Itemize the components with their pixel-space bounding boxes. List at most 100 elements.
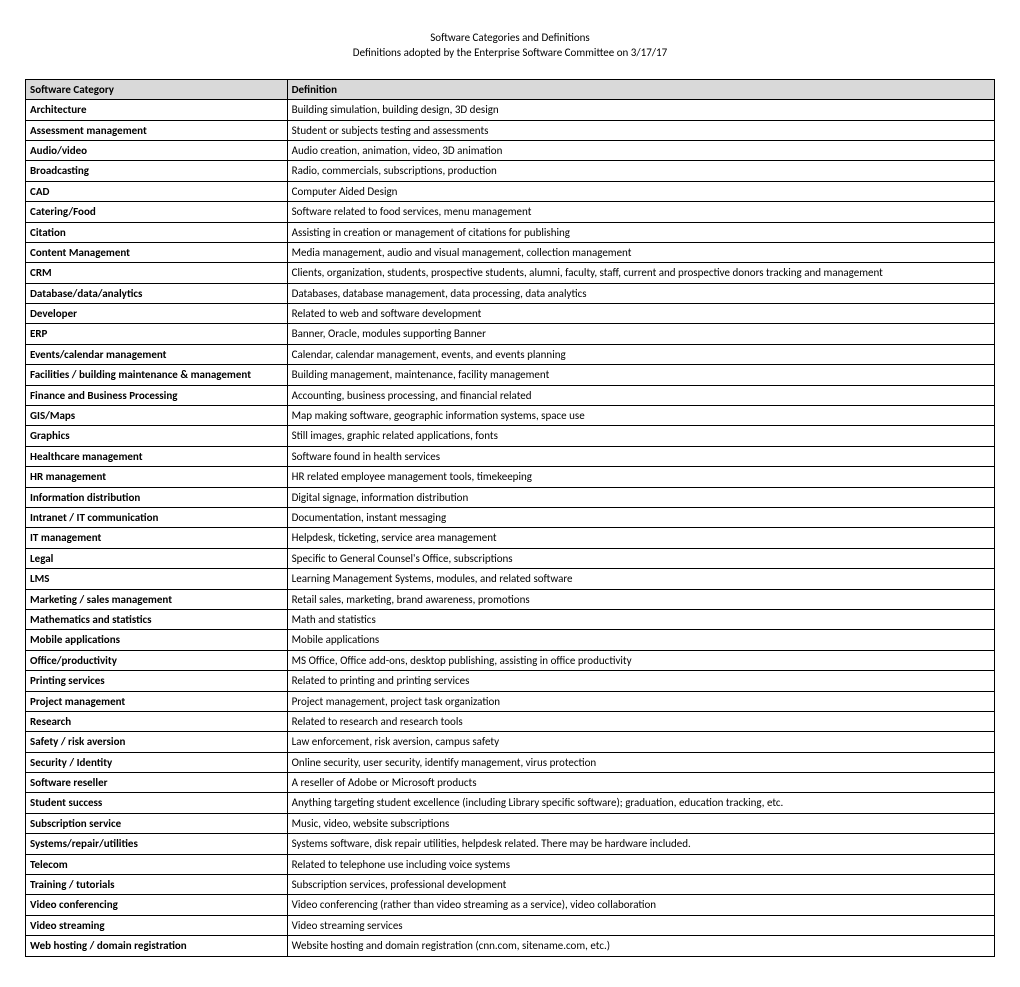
- definition-cell: Assisting in creation or management of c…: [287, 222, 994, 242]
- category-cell: Citation: [26, 222, 288, 242]
- table-row: Finance and Business ProcessingAccountin…: [26, 385, 995, 405]
- table-row: Mathematics and statisticsMath and stati…: [26, 609, 995, 629]
- column-header-definition: Definition: [287, 79, 994, 99]
- table-row: Office/productivityMS Office, Office add…: [26, 650, 995, 670]
- table-row: Marketing / sales managementRetail sales…: [26, 589, 995, 609]
- definition-cell: Media management, audio and visual manag…: [287, 242, 994, 262]
- category-cell: Events/calendar management: [26, 344, 288, 364]
- definition-cell: Systems software, disk repair utilities,…: [287, 834, 994, 854]
- definition-cell: Specific to General Counsel's Office, su…: [287, 548, 994, 568]
- category-cell: Graphics: [26, 426, 288, 446]
- definition-cell: Building management, maintenance, facili…: [287, 365, 994, 385]
- definition-cell: Video streaming services: [287, 915, 994, 935]
- table-row: Security / IdentityOnline security, user…: [26, 752, 995, 772]
- category-cell: Research: [26, 711, 288, 731]
- table-row: Student successAnything targeting studen…: [26, 793, 995, 813]
- column-header-category: Software Category: [26, 79, 288, 99]
- table-row: Events/calendar managementCalendar, cale…: [26, 344, 995, 364]
- category-cell: Security / Identity: [26, 752, 288, 772]
- definition-cell: Subscription services, professional deve…: [287, 875, 994, 895]
- category-cell: Telecom: [26, 854, 288, 874]
- table-row: Information distributionDigital signage,…: [26, 487, 995, 507]
- table-row: GIS/MapsMap making software, geographic …: [26, 406, 995, 426]
- category-cell: HR management: [26, 467, 288, 487]
- table-row: Web hosting / domain registrationWebsite…: [26, 936, 995, 956]
- definition-cell: Related to web and software development: [287, 304, 994, 324]
- definition-cell: Computer Aided Design: [287, 181, 994, 201]
- definition-cell: Helpdesk, ticketing, service area manage…: [287, 528, 994, 548]
- table-row: DeveloperRelated to web and software dev…: [26, 304, 995, 324]
- table-row: Database/data/analyticsDatabases, databa…: [26, 283, 995, 303]
- category-cell: Audio/video: [26, 140, 288, 160]
- category-cell: Office/productivity: [26, 650, 288, 670]
- table-row: Video streamingVideo streaming services: [26, 915, 995, 935]
- definition-cell: Music, video, website subscriptions: [287, 813, 994, 833]
- definition-cell: Audio creation, animation, video, 3D ani…: [287, 140, 994, 160]
- table-row: LegalSpecific to General Counsel's Offic…: [26, 548, 995, 568]
- definition-cell: Banner, Oracle, modules supporting Banne…: [287, 324, 994, 344]
- table-row: Safety / risk aversionLaw enforcement, r…: [26, 732, 995, 752]
- category-cell: Training / tutorials: [26, 875, 288, 895]
- category-cell: IT management: [26, 528, 288, 548]
- definition-cell: Math and statistics: [287, 609, 994, 629]
- definition-cell: Related to printing and printing service…: [287, 671, 994, 691]
- category-cell: Broadcasting: [26, 161, 288, 181]
- definition-cell: Related to telephone use including voice…: [287, 854, 994, 874]
- category-cell: Software reseller: [26, 773, 288, 793]
- category-cell: Safety / risk aversion: [26, 732, 288, 752]
- document-title: Software Categories and Definitions: [25, 30, 995, 45]
- category-cell: Printing services: [26, 671, 288, 691]
- category-cell: Information distribution: [26, 487, 288, 507]
- category-cell: Web hosting / domain registration: [26, 936, 288, 956]
- category-cell: CRM: [26, 263, 288, 283]
- category-cell: Architecture: [26, 100, 288, 120]
- category-cell: Subscription service: [26, 813, 288, 833]
- table-row: Systems/repair/utilitiesSystems software…: [26, 834, 995, 854]
- table-row: Video conferencingVideo conferencing (ra…: [26, 895, 995, 915]
- table-row: Software resellerA reseller of Adobe or …: [26, 773, 995, 793]
- table-row: HR managementHR related employee managem…: [26, 467, 995, 487]
- definition-cell: Accounting, business processing, and fin…: [287, 385, 994, 405]
- table-row: CRMClients, organization, students, pros…: [26, 263, 995, 283]
- table-row: CADComputer Aided Design: [26, 181, 995, 201]
- table-row: Printing servicesRelated to printing and…: [26, 671, 995, 691]
- table-row: Healthcare managementSoftware found in h…: [26, 446, 995, 466]
- definition-cell: A reseller of Adobe or Microsoft product…: [287, 773, 994, 793]
- category-cell: Marketing / sales management: [26, 589, 288, 609]
- definition-cell: HR related employee management tools, ti…: [287, 467, 994, 487]
- table-row: IT managementHelpdesk, ticketing, servic…: [26, 528, 995, 548]
- definition-cell: Software related to food services, menu …: [287, 202, 994, 222]
- table-row: ArchitectureBuilding simulation, buildin…: [26, 100, 995, 120]
- category-cell: Database/data/analytics: [26, 283, 288, 303]
- table-row: ERPBanner, Oracle, modules supporting Ba…: [26, 324, 995, 344]
- category-cell: Content Management: [26, 242, 288, 262]
- category-cell: Assessment management: [26, 120, 288, 140]
- definition-cell: Mobile applications: [287, 630, 994, 650]
- definition-cell: Map making software, geographic informat…: [287, 406, 994, 426]
- definition-cell: Online security, user security, identify…: [287, 752, 994, 772]
- category-cell: Mobile applications: [26, 630, 288, 650]
- category-cell: Systems/repair/utilities: [26, 834, 288, 854]
- definition-cell: Building simulation, building design, 3D…: [287, 100, 994, 120]
- category-cell: Project management: [26, 691, 288, 711]
- category-cell: CAD: [26, 181, 288, 201]
- table-row: ResearchRelated to research and research…: [26, 711, 995, 731]
- definition-cell: Digital signage, information distributio…: [287, 487, 994, 507]
- table-row: Facilities / building maintenance & mana…: [26, 365, 995, 385]
- definition-cell: Calendar, calendar management, events, a…: [287, 344, 994, 364]
- table-header-row: Software Category Definition: [26, 79, 995, 99]
- definition-cell: Project management, project task organiz…: [287, 691, 994, 711]
- definition-cell: Website hosting and domain registration …: [287, 936, 994, 956]
- definition-cell: Anything targeting student excellence (i…: [287, 793, 994, 813]
- categories-table: Software Category Definition Architectur…: [25, 79, 995, 957]
- table-row: Audio/videoAudio creation, animation, vi…: [26, 140, 995, 160]
- category-cell: Facilities / building maintenance & mana…: [26, 365, 288, 385]
- definition-cell: Video conferencing (rather than video st…: [287, 895, 994, 915]
- category-cell: Video streaming: [26, 915, 288, 935]
- definition-cell: Related to research and research tools: [287, 711, 994, 731]
- definition-cell: Still images, graphic related applicatio…: [287, 426, 994, 446]
- table-row: LMSLearning Management Systems, modules,…: [26, 569, 995, 589]
- definition-cell: Learning Management Systems, modules, an…: [287, 569, 994, 589]
- category-cell: ERP: [26, 324, 288, 344]
- table-row: Catering/FoodSoftware related to food se…: [26, 202, 995, 222]
